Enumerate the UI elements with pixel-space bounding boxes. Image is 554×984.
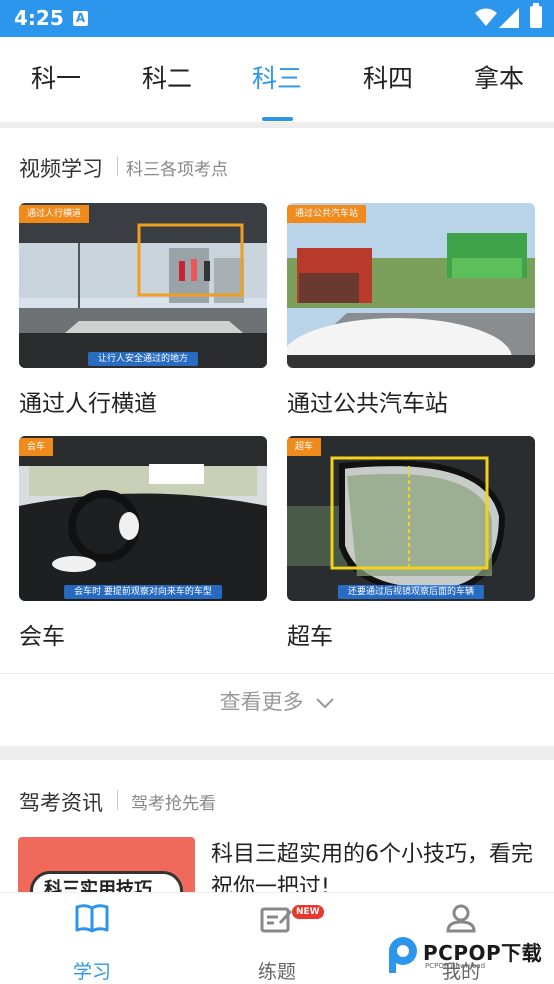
nav-label: 练题 (257, 961, 296, 983)
nav-label: 学习 (72, 961, 111, 983)
notification-icon: A (73, 11, 88, 26)
video-section-subtitle: 科三各项考点 (126, 160, 228, 180)
tab-subject-3[interactable]: 科三 (252, 59, 302, 95)
status-time: 4:25 (14, 6, 64, 30)
tab-subject-4[interactable]: 科四 (363, 59, 413, 95)
news-section-title: 驾考资讯 (19, 791, 103, 815)
signal-icon (499, 8, 519, 28)
tab-get-license[interactable]: 拿本 (474, 59, 524, 95)
view-more-label: 查看更多 (219, 690, 304, 714)
pcpop-logo-icon (389, 937, 417, 973)
car-interior-scene (19, 436, 267, 601)
edit-icon (260, 907, 293, 933)
bus-stop-scene (287, 203, 535, 368)
header-divider (117, 156, 118, 176)
news-section-subtitle: 驾考抢先看 (131, 794, 216, 814)
section-divider (0, 746, 554, 760)
watermark-subtext: PCPOP Download (425, 962, 486, 970)
chevron-down-icon (316, 698, 335, 709)
subject-tabs: 科一 科二 科三 科四 拿本 (0, 37, 554, 122)
divider (0, 122, 554, 128)
news-thumbnail[interactable]: 科三实用技巧 (18, 837, 195, 897)
wifi-icon (475, 8, 497, 26)
status-bar: 4:25 A (0, 0, 554, 37)
video-thumb-overtaking[interactable]: 超车 还要通过后视镜观察后面的车辆 (287, 436, 535, 601)
thumb-tag: 通过公共汽车站 (287, 205, 367, 223)
thumb-caption: 让行人安全通过的地方 (87, 352, 199, 366)
new-badge: NEW (292, 905, 324, 919)
thumb-tag: 超车 (287, 438, 322, 456)
thumb-tag: 通过人行横道 (19, 205, 90, 223)
video-title-meeting[interactable]: 会车 (19, 617, 65, 651)
watermark: PCPOP下载 PCPOP Download (385, 935, 554, 980)
tab-subject-1[interactable]: 科一 (31, 59, 81, 95)
video-title-overtaking[interactable]: 超车 (287, 617, 333, 651)
book-icon (75, 904, 109, 933)
video-thumb-crosswalk[interactable]: 通过人行横道 让行人安全通过的地方 (19, 203, 267, 368)
crosswalk-scene (19, 203, 267, 368)
battery-icon (530, 3, 542, 28)
header-divider (117, 790, 118, 810)
nav-profile[interactable]: 我的 (416, 903, 506, 983)
video-title-crosswalk[interactable]: 通过人行横道 (19, 384, 157, 418)
mirror-scene (287, 436, 535, 601)
video-thumb-meeting[interactable]: 会车 会车时 要提前观察对向来车的车型 (19, 436, 267, 601)
thumb-tag: 会车 (19, 438, 54, 456)
view-more-button[interactable]: 查看更多 (0, 686, 554, 716)
video-section-title: 视频学习 (19, 157, 103, 181)
thumb-caption: 会车时 要提前观察对向来车的车型 (64, 585, 222, 599)
thumb-caption: 还要通过后视镜观察后面的车辆 (337, 585, 485, 599)
video-thumb-bus-stop[interactable]: 通过公共汽车站 (287, 203, 535, 368)
active-tab-indicator (262, 117, 293, 121)
video-title-bus-stop[interactable]: 通过公共汽车站 (287, 384, 448, 418)
user-icon (446, 904, 476, 933)
divider (0, 673, 554, 674)
nav-study[interactable]: 学习 (47, 903, 137, 983)
tab-subject-2[interactable]: 科二 (142, 59, 192, 95)
